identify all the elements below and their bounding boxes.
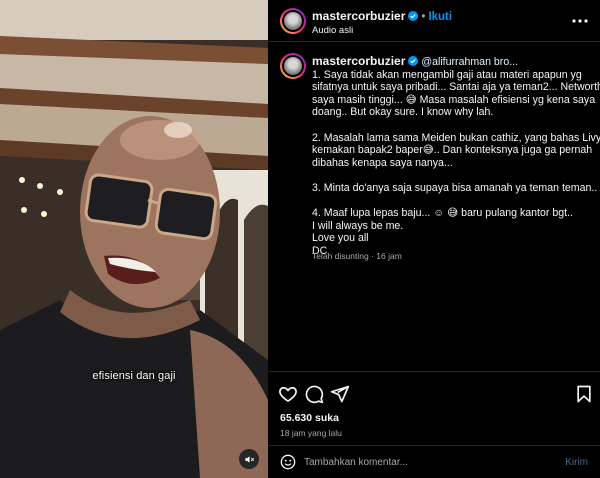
caption-line: 4. Maaf lupa lepas baju... ☺ 😅 baru pula… (312, 207, 573, 220)
caption-line: 1. Saya tidak akan mengambil gaji atau m… (312, 68, 582, 81)
verified-badge-icon (408, 11, 419, 21)
speaker-muted-icon (244, 455, 254, 463)
caption-section: mastercorbuzier @alifurrahman bro... 1. … (268, 43, 600, 371)
caption-line (312, 195, 592, 208)
caption-avatar[interactable] (280, 53, 306, 79)
heart-icon[interactable] (278, 384, 298, 404)
caption-text: mastercorbuzier @alifurrahman bro... 1. … (312, 54, 600, 258)
caption-line: doang.. But okay sure. I know why lah. (312, 106, 494, 119)
mute-button[interactable] (239, 449, 259, 469)
verified-badge-icon (408, 56, 419, 66)
more-options-icon[interactable] (572, 14, 588, 28)
caption-line: saya masih tinggi... 😅 Masa masalah efis… (312, 93, 596, 106)
action-bar: 65.630 suka 18 jam yang lalu (268, 371, 600, 445)
caption-username[interactable]: mastercorbuzier (312, 54, 405, 68)
comment-bar: Kirim (268, 445, 600, 478)
caption-line: dibahas kenapa saya nanya... (312, 156, 453, 169)
like-count[interactable]: 65.630 suka (280, 412, 339, 424)
caption-line: 3. Minta do'anya saja supaya bisa amanah… (312, 181, 600, 194)
caption-line: sifatnya untuk saya pribadi... Santai aj… (312, 81, 600, 94)
reel-video[interactable]: efisiensi dan gaji (0, 0, 268, 478)
avatar[interactable] (280, 8, 306, 34)
caption-line (312, 169, 592, 182)
caption-line: kemakan bapak2 baper😅.. Dan konteksnya j… (312, 144, 593, 157)
audio-label[interactable]: Audio asli (312, 25, 353, 36)
comment-input[interactable] (304, 452, 544, 472)
caption-line: Love you all (312, 232, 369, 245)
caption-line: I will always be me. (312, 219, 404, 232)
post-header: mastercorbuzier • Ikuti Audio asli (268, 0, 600, 42)
mention-link[interactable]: @alifurrahman bro... (421, 56, 518, 68)
post-time[interactable]: 18 jam yang lalu (280, 428, 342, 438)
send-button[interactable]: Kirim (565, 457, 588, 468)
separator-dot: • (421, 11, 426, 23)
share-icon[interactable] (330, 384, 350, 404)
caption-line: 2. Masalah lama sama Meiden bukan cathiz… (312, 131, 600, 144)
video-subtitle: efisiensi dan gaji (92, 370, 176, 382)
caption-line (312, 119, 592, 132)
post-panel: mastercorbuzier • Ikuti Audio asli masterc… (268, 0, 600, 478)
edited-timestamp: Telah disunting · 16 jam (312, 251, 402, 261)
header-username[interactable]: mastercorbuzier (312, 9, 405, 23)
bookmark-icon[interactable] (574, 384, 594, 404)
comment-icon[interactable] (304, 384, 324, 404)
follow-button[interactable]: Ikuti (428, 11, 452, 23)
video-frame (0, 0, 268, 478)
emoji-icon[interactable] (280, 454, 296, 470)
